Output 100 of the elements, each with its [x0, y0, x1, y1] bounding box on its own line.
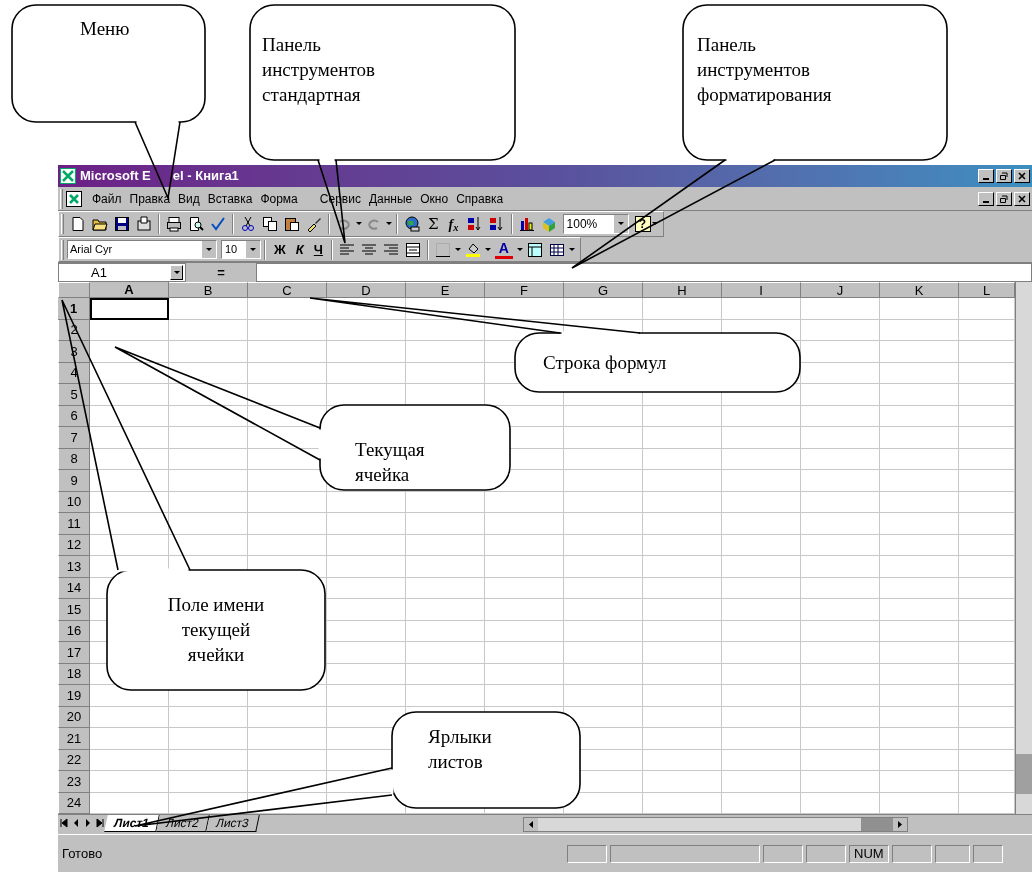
grid-cell[interactable] [880, 319, 959, 341]
grid-cell[interactable] [959, 362, 1015, 384]
grid-cell[interactable] [248, 362, 327, 384]
scroll-left-icon[interactable] [523, 818, 538, 831]
restore-button[interactable] [996, 169, 1012, 183]
dropdown-arrow-icon[interactable] [454, 247, 461, 252]
grid-cell[interactable] [959, 491, 1015, 513]
scroll-thumb[interactable] [860, 818, 893, 831]
grid-cell[interactable] [327, 685, 406, 707]
grid-cell[interactable] [643, 663, 722, 685]
grid-cell[interactable] [880, 427, 959, 449]
grid-cell[interactable] [722, 577, 801, 599]
underline-button[interactable]: Ч [308, 239, 328, 260]
column-header[interactable]: D [327, 282, 406, 298]
grid-cell[interactable] [248, 728, 327, 750]
close-button[interactable] [1014, 169, 1030, 183]
grid-cell[interactable] [880, 448, 959, 470]
grid-cell[interactable] [327, 556, 406, 578]
grid-cell[interactable] [327, 341, 406, 363]
dropdown-arrow-icon[interactable] [484, 247, 491, 252]
grid-cell[interactable] [801, 642, 880, 664]
grid-cell[interactable] [722, 599, 801, 621]
borders-icon[interactable] [434, 241, 451, 258]
grid-cell[interactable] [880, 405, 959, 427]
grid-cell[interactable] [248, 470, 327, 492]
grid-cell[interactable] [327, 599, 406, 621]
grid-cell[interactable] [959, 405, 1015, 427]
grid-cell[interactable] [959, 470, 1015, 492]
formula-input[interactable] [256, 263, 1032, 282]
grid-cell[interactable] [643, 405, 722, 427]
grid-cell[interactable] [643, 470, 722, 492]
grid-cell[interactable] [248, 341, 327, 363]
spelling-check-icon[interactable] [210, 216, 226, 232]
grid-cell[interactable] [722, 663, 801, 685]
grid-cell[interactable] [90, 771, 169, 793]
grid-cell[interactable] [90, 319, 169, 341]
grid-cell[interactable] [880, 749, 959, 771]
column-header[interactable]: E [406, 282, 485, 298]
grid-cell[interactable] [801, 685, 880, 707]
grid-cell[interactable] [959, 448, 1015, 470]
grid-cell[interactable] [564, 685, 643, 707]
grid-cell[interactable] [643, 513, 722, 535]
size-dropdown-button[interactable] [246, 241, 260, 258]
grid-cell[interactable] [564, 427, 643, 449]
grid-cell[interactable] [485, 513, 564, 535]
grid-cell[interactable] [801, 534, 880, 556]
grid-cell[interactable] [880, 728, 959, 750]
grid-cell[interactable] [90, 470, 169, 492]
grid-cell[interactable] [801, 513, 880, 535]
grid-cell[interactable] [643, 749, 722, 771]
column-header[interactable]: C [248, 282, 327, 298]
grid-cell[interactable] [248, 771, 327, 793]
grid-cell[interactable] [248, 749, 327, 771]
grid-cell[interactable] [406, 384, 485, 406]
grid-cell[interactable] [959, 427, 1015, 449]
autosum-button[interactable]: Σ [423, 212, 444, 236]
grid-cell[interactable] [643, 685, 722, 707]
grid-cell[interactable] [880, 298, 959, 320]
grid-cell[interactable] [959, 771, 1015, 793]
printer-icon[interactable] [166, 216, 182, 232]
copy-icon[interactable] [262, 216, 278, 232]
workbook-icon[interactable] [66, 190, 82, 207]
menu-item[interactable]: Вид [174, 189, 204, 208]
sheet-tab[interactable]: Лист3 [205, 815, 260, 832]
grid-cell[interactable] [722, 405, 801, 427]
grid-cell[interactable] [564, 663, 643, 685]
grid-cell[interactable] [722, 685, 801, 707]
table-grid-icon[interactable] [548, 241, 565, 258]
grid-cell[interactable] [959, 728, 1015, 750]
select-all-corner[interactable] [58, 282, 90, 298]
grid-cell[interactable] [564, 448, 643, 470]
active-cell[interactable] [90, 298, 169, 320]
column-header[interactable]: L [959, 282, 1015, 298]
grid-cell[interactable] [406, 599, 485, 621]
grid-cell[interactable] [801, 792, 880, 814]
grid-cell[interactable] [959, 384, 1015, 406]
grid-cell[interactable] [327, 577, 406, 599]
grid-cell[interactable] [327, 384, 406, 406]
grid-cell[interactable] [722, 427, 801, 449]
map-icon[interactable] [540, 216, 557, 232]
grid-cell[interactable] [564, 620, 643, 642]
menu-item[interactable]: Правка [125, 189, 175, 208]
grid-cell[interactable] [643, 599, 722, 621]
grid-cell[interactable] [801, 362, 880, 384]
menu-item[interactable]: Окно [416, 189, 453, 208]
grid-cell[interactable] [722, 620, 801, 642]
grid-cell[interactable] [169, 341, 248, 363]
grid-cell[interactable] [327, 620, 406, 642]
dropdown-arrow-icon[interactable] [356, 222, 362, 226]
grid-cell[interactable] [722, 470, 801, 492]
grid-cell[interactable] [169, 427, 248, 449]
font-color-button[interactable]: A [494, 240, 513, 259]
bar-chart-icon[interactable] [518, 216, 535, 232]
grid-cell[interactable] [169, 319, 248, 341]
grid-cell[interactable] [485, 620, 564, 642]
grid-cell[interactable] [643, 620, 722, 642]
window-frame-icon[interactable] [526, 241, 543, 258]
grid-cell[interactable] [643, 792, 722, 814]
menu-item[interactable]: Форма [256, 189, 302, 208]
column-header[interactable]: I [722, 282, 801, 298]
